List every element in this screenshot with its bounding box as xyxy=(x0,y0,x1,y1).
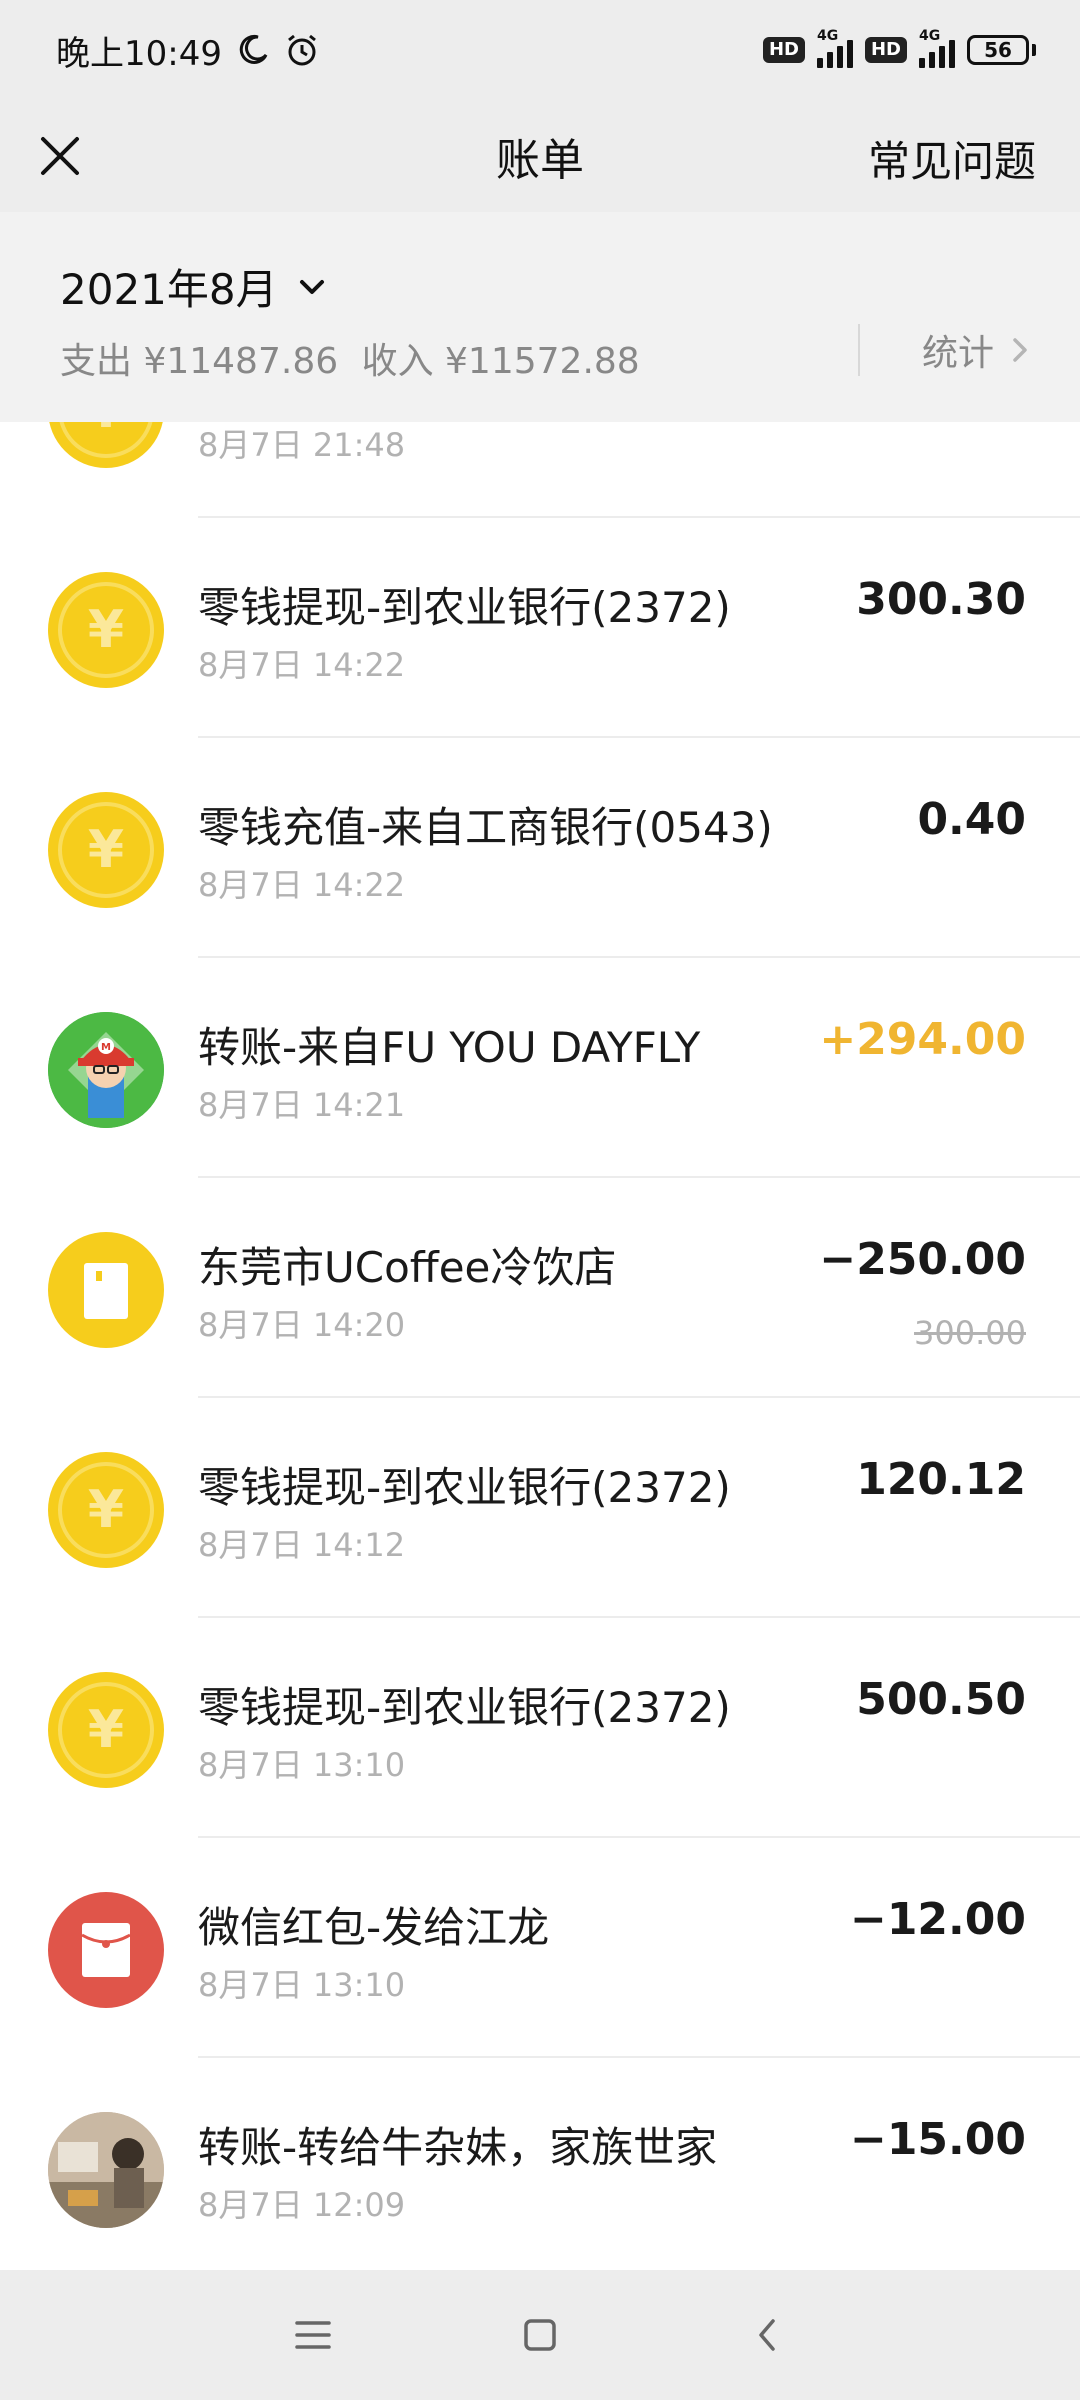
transaction-title: 零钱提现-到农业银行(2372) xyxy=(198,583,731,632)
original-amount: 300.00 xyxy=(914,1314,1026,1352)
page-title: 账单 xyxy=(496,135,584,186)
menu-icon xyxy=(295,2321,332,2349)
transaction-amount: 500.50 xyxy=(856,1674,1026,1725)
close-icon xyxy=(41,137,79,175)
transaction-title: 转账-转给牛杂妹，家族世家 xyxy=(198,2123,718,2172)
transaction-title: 微信红包-发给江龙 xyxy=(198,1903,550,1952)
transaction-row[interactable]: 转账-转给牛杂妹，家族世家 8月7日 12:09 −15.00 xyxy=(0,2058,1080,2270)
stats-label: 统计 xyxy=(922,333,995,374)
system-nav-bar xyxy=(0,2270,1080,2400)
transaction-row[interactable]: ¥ 零钱提现-到农业银行(2372) 8月7日 13:10 500.50 xyxy=(0,1618,1080,1838)
transaction-row[interactable]: 微信红包-发给江龙 8月7日 13:10 −12.00 xyxy=(0,1838,1080,2058)
moon-icon xyxy=(239,34,268,64)
coin-icon: ¥ xyxy=(48,572,164,688)
coin-icon: ¥ xyxy=(48,1452,164,1568)
transaction-amount: −12.00 xyxy=(849,1894,1026,1945)
month-label: 2021年8月 xyxy=(60,265,278,314)
divider xyxy=(858,324,860,376)
income-total: 收入 ¥11572.88 xyxy=(361,341,640,382)
month-summary: 2021年8月 支出 ¥11487.86 收入 ¥11572.88 统计 xyxy=(0,212,1080,422)
back-button[interactable] xyxy=(727,2295,807,2375)
signal-icon: 4G xyxy=(919,28,955,68)
battery-icon: 56 xyxy=(967,35,1036,65)
chevron-down-icon xyxy=(299,279,324,294)
transaction-time: 8月7日 14:21 xyxy=(198,1086,406,1124)
transaction-list[interactable]: ¥ 8月7日 21:48 ¥ 零钱提现-到农业银行(2372) 8月7日 14:… xyxy=(0,422,1080,2270)
transaction-time: 8月7日 13:10 xyxy=(198,1746,406,1784)
hd-badge: HD xyxy=(864,37,907,63)
transaction-amount: 300.30 xyxy=(856,574,1026,625)
status-time: 晚上10:49 xyxy=(56,33,222,74)
month-totals: 支出 ¥11487.86 收入 ¥11572.88 xyxy=(60,332,640,384)
svg-text:M: M xyxy=(101,1042,111,1053)
signal-icon: 4G xyxy=(816,28,853,68)
transaction-amount: −250.00 xyxy=(819,1234,1026,1285)
transaction-title: 零钱提现-到农业银行(2372) xyxy=(198,1683,731,1732)
transaction-row[interactable]: ¥ 8月7日 21:48 xyxy=(0,422,1080,518)
transaction-time: 8月7日 21:48 xyxy=(198,426,406,464)
red-packet-icon xyxy=(48,1892,164,2008)
coin-icon: ¥ xyxy=(48,792,164,908)
hd-badge: HD xyxy=(762,37,805,63)
back-icon xyxy=(758,2319,775,2351)
status-bar: 晚上10:49 HD 4G HD 4G 56 xyxy=(0,0,1080,100)
battery-level: 56 xyxy=(984,38,1012,62)
transaction-row[interactable]: ¥ 零钱提现-到农业银行(2372) 8月7日 14:12 120.12 xyxy=(0,1398,1080,1618)
transaction-title: 转账-来自FU YOU DAYFLY xyxy=(198,1023,701,1072)
faq-link[interactable]: 常见问题 xyxy=(868,128,1036,189)
transaction-row[interactable]: 东莞市UCoffee冷饮店 8月7日 14:20 −250.00 300.00 xyxy=(0,1178,1080,1398)
transaction-time: 8月7日 14:22 xyxy=(198,646,406,684)
stats-link[interactable]: 统计 xyxy=(922,324,1032,376)
transaction-title: 零钱充值-来自工商银行(0543) xyxy=(198,803,773,852)
close-button[interactable] xyxy=(30,126,90,186)
home-icon xyxy=(524,2319,556,2351)
transaction-amount: 0.40 xyxy=(917,794,1026,845)
user-avatar xyxy=(48,2112,164,2228)
chevron-right-icon xyxy=(1013,338,1027,362)
expense-total: 支出 ¥11487.86 xyxy=(60,341,339,382)
transaction-title: 零钱提现-到农业银行(2372) xyxy=(198,1463,731,1512)
transaction-row[interactable]: ¥ 零钱提现-到农业银行(2372) 8月7日 14:22 300.30 xyxy=(0,518,1080,738)
status-right: HD 4G HD 4G 56 xyxy=(762,28,1036,68)
month-selector[interactable]: 2021年8月 xyxy=(60,256,328,317)
transaction-time: 8月7日 14:20 xyxy=(198,1306,406,1344)
transaction-title: 东莞市UCoffee冷饮店 xyxy=(198,1243,617,1292)
transaction-time: 8月7日 13:10 xyxy=(198,1966,406,2004)
transaction-time: 8月7日 14:12 xyxy=(198,1526,406,1564)
shop-bag-icon xyxy=(48,1232,164,1348)
transaction-amount: +294.00 xyxy=(819,1014,1026,1065)
transaction-time: 8月7日 12:09 xyxy=(198,2186,406,2224)
home-button[interactable] xyxy=(500,2295,580,2375)
alarm-icon xyxy=(288,34,316,66)
status-left: 晚上10:49 xyxy=(56,26,320,75)
transaction-amount: −15.00 xyxy=(849,2114,1026,2165)
user-avatar: M xyxy=(48,1012,164,1128)
coin-icon: ¥ xyxy=(48,1672,164,1788)
transaction-amount: 120.12 xyxy=(856,1454,1026,1505)
transaction-time: 8月7日 14:22 xyxy=(198,866,406,904)
title-bar: 账单 常见问题 xyxy=(0,100,1080,212)
transaction-row[interactable]: ¥ 零钱充值-来自工商银行(0543) 8月7日 14:22 0.40 xyxy=(0,738,1080,958)
transaction-row[interactable]: M 转账-来自FU YOU DAYFLY 8月7日 14:21 +294.00 xyxy=(0,958,1080,1178)
menu-button[interactable] xyxy=(273,2295,353,2375)
coin-icon: ¥ xyxy=(48,422,164,468)
